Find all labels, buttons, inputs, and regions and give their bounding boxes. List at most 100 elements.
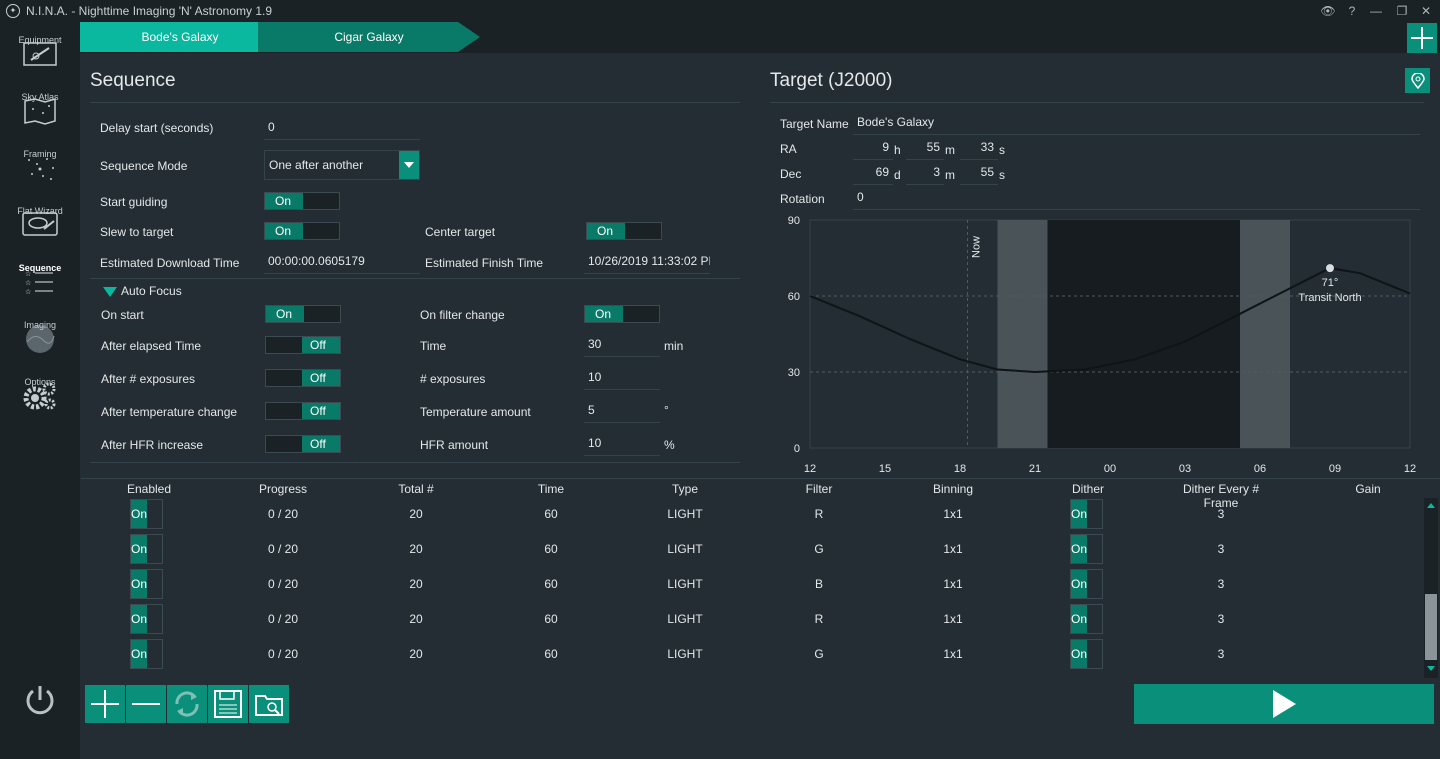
tab-bodes-galaxy[interactable]: Bode's Galaxy — [80, 22, 280, 52]
af-onstart-toggle[interactable]: On — [265, 305, 341, 323]
af-exposures-toggle[interactable]: Off — [265, 369, 341, 387]
target-name-input[interactable]: Bode's Galaxy — [853, 113, 1420, 135]
table-row[interactable]: On 0 / 20 20 60 LIGHT B 1x1 On 3 — [81, 569, 1421, 604]
autofocus-label[interactable]: Auto Focus — [121, 284, 182, 298]
save-button[interactable] — [208, 685, 248, 723]
minimize-button[interactable]: — — [1364, 0, 1388, 21]
cell-filter[interactable]: G — [779, 647, 859, 661]
location-button[interactable] — [1405, 68, 1430, 93]
ra-hours-input[interactable]: 9 — [853, 138, 893, 160]
sidebar-item-flat-wizard[interactable]: Flat Wizard — [0, 204, 80, 261]
sidebar-item-equipment[interactable]: Equipment — [0, 33, 80, 90]
af-filter-label: On filter change — [420, 308, 505, 322]
table-row[interactable]: On 0 / 20 20 60 LIGHT G 1x1 On 3 — [81, 534, 1421, 569]
cell-dither-every[interactable]: 3 — [1166, 647, 1276, 661]
sidebar-item-framing[interactable]: Framing — [0, 147, 80, 204]
column-header[interactable]: Total # — [376, 482, 456, 496]
enabled-toggle[interactable]: On — [130, 499, 163, 529]
power-button[interactable] — [20, 681, 60, 721]
column-header[interactable]: Dither — [1058, 482, 1118, 496]
sidebar-item-sky-atlas[interactable]: Sky Atlas — [0, 90, 80, 147]
x-tick-label: 09 — [1329, 463, 1341, 475]
cell-filter[interactable]: B — [779, 577, 859, 591]
sequence-mode-select[interactable]: One after another — [264, 150, 420, 180]
column-header[interactable]: Progress — [243, 482, 323, 496]
dither-toggle[interactable]: On — [1070, 534, 1103, 564]
cell-dither-every[interactable]: 3 — [1166, 542, 1276, 556]
enabled-toggle[interactable]: On — [130, 534, 163, 564]
delay-input[interactable]: 0 — [264, 118, 420, 140]
close-button[interactable]: ✕ — [1414, 0, 1438, 21]
enabled-toggle[interactable]: On — [130, 604, 163, 634]
reset-button[interactable] — [167, 685, 207, 723]
collapse-icon[interactable] — [103, 284, 117, 297]
dec-label: Dec — [780, 167, 802, 181]
dither-toggle[interactable]: On — [1070, 569, 1103, 599]
sidebar-item-imaging[interactable]: Imaging — [0, 318, 80, 375]
cell-time[interactable]: 60 — [511, 507, 591, 521]
table-row[interactable]: On 0 / 20 20 60 LIGHT R 1x1 On 3 — [81, 604, 1421, 639]
column-header[interactable]: Time — [511, 482, 591, 496]
cell-total[interactable]: 20 — [376, 507, 456, 521]
enabled-toggle[interactable]: On — [130, 639, 163, 669]
sidebar-item-options[interactable]: Options — [0, 375, 80, 432]
cell-dither-every[interactable]: 3 — [1166, 612, 1276, 626]
column-header[interactable]: Binning — [913, 482, 993, 496]
af-time-input[interactable]: 30 — [584, 335, 660, 357]
maximize-button[interactable]: ❐ — [1390, 0, 1414, 21]
cell-time[interactable]: 60 — [511, 577, 591, 591]
column-header[interactable]: Gain — [1338, 482, 1398, 496]
ra-minutes-input[interactable]: 55 — [906, 138, 944, 160]
sidebar-item-sequence[interactable]: ☆ ☆ ☆ Sequence — [0, 261, 80, 318]
add-target-button[interactable] — [1407, 23, 1437, 53]
cell-time[interactable]: 60 — [511, 542, 591, 556]
af-elapsed-toggle[interactable]: Off — [265, 336, 341, 354]
start-sequence-button[interactable] — [1134, 684, 1434, 724]
help-icon[interactable]: ? — [1340, 0, 1364, 21]
dec-degrees-input[interactable]: 69 — [853, 163, 893, 185]
af-hfr-toggle[interactable]: Off — [265, 435, 341, 453]
table-scrollbar[interactable] — [1424, 498, 1438, 678]
af-temp-toggle[interactable]: Off — [265, 402, 341, 420]
cell-total[interactable]: 20 — [376, 577, 456, 591]
slew-toggle[interactable]: On — [264, 222, 340, 240]
enabled-toggle[interactable]: On — [130, 569, 163, 599]
ra-seconds-input[interactable]: 33 — [960, 138, 998, 160]
dec-seconds-input[interactable]: 55 — [960, 163, 998, 185]
cell-dither-every[interactable]: 3 — [1166, 577, 1276, 591]
cell-total[interactable]: 20 — [376, 612, 456, 626]
column-header[interactable]: Type — [645, 482, 725, 496]
remove-row-button[interactable] — [126, 685, 166, 723]
power-icon — [26, 686, 54, 715]
dec-minutes-input[interactable]: 3 — [906, 163, 944, 185]
cell-total[interactable]: 20 — [376, 647, 456, 661]
cell-total[interactable]: 20 — [376, 542, 456, 556]
eye-icon[interactable]: 👁 — [1316, 0, 1340, 21]
rotation-input[interactable]: 0 — [853, 188, 1420, 210]
sequence-header: Sequence — [90, 70, 176, 91]
cell-time[interactable]: 60 — [511, 612, 591, 626]
dither-toggle[interactable]: On — [1070, 639, 1103, 669]
column-header[interactable]: Filter — [779, 482, 859, 496]
af-hframt-input[interactable]: 10 — [584, 434, 660, 456]
slew-label: Slew to target — [100, 225, 174, 239]
cell-filter[interactable]: R — [779, 507, 859, 521]
af-nexp-input[interactable]: 10 — [584, 368, 660, 390]
dither-toggle[interactable]: On — [1070, 499, 1103, 529]
add-row-button[interactable] — [85, 685, 125, 723]
af-filter-toggle[interactable]: On — [584, 305, 660, 323]
dither-toggle[interactable]: On — [1070, 604, 1103, 634]
column-header[interactable]: Enabled — [119, 482, 179, 496]
center-toggle[interactable]: On — [586, 222, 662, 240]
table-row[interactable]: On 0 / 20 20 60 LIGHT G 1x1 On 3 — [81, 639, 1421, 674]
cell-dither-every[interactable]: 3 — [1166, 507, 1276, 521]
cell-filter[interactable]: R — [779, 612, 859, 626]
tab-cigar-galaxy[interactable]: Cigar Galaxy — [258, 22, 480, 52]
guiding-toggle[interactable]: On — [264, 192, 340, 210]
scrollbar-thumb[interactable] — [1425, 594, 1437, 660]
af-tempamt-input[interactable]: 5 — [584, 401, 660, 423]
table-row[interactable]: On 0 / 20 20 60 LIGHT R 1x1 On 3 — [81, 499, 1421, 534]
cell-time[interactable]: 60 — [511, 647, 591, 661]
open-button[interactable] — [249, 685, 289, 723]
cell-filter[interactable]: G — [779, 542, 859, 556]
